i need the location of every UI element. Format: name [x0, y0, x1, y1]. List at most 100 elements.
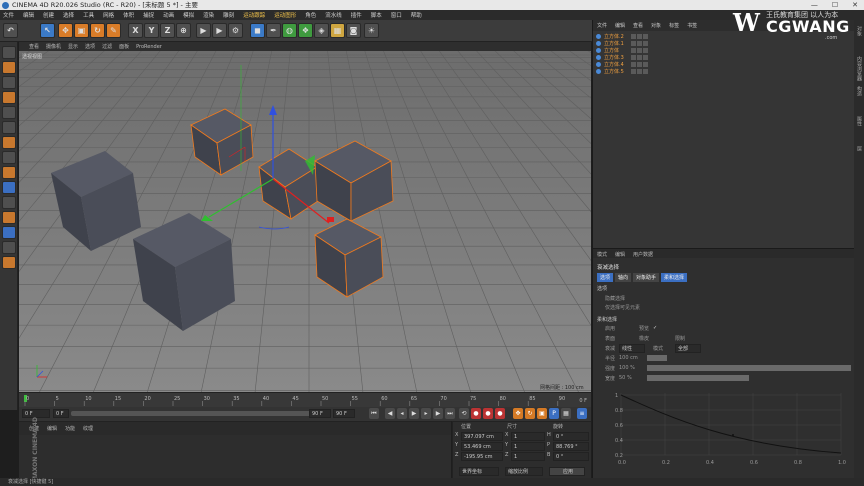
render-settings-icon[interactable]: ⚙	[228, 23, 243, 38]
object-menu-item[interactable]: 标签	[669, 22, 679, 29]
attribute-menu-item[interactable]: 用户数据	[633, 251, 653, 258]
position-field[interactable]: 53.469 cm	[461, 442, 503, 451]
object-menu-item[interactable]: 编辑	[615, 22, 625, 29]
camera-icon[interactable]: ◙	[346, 23, 361, 38]
object-name[interactable]: 立方体.4	[604, 61, 624, 68]
position-field[interactable]: 397.097 cm	[461, 432, 503, 441]
undo-icon[interactable]: ↶	[3, 23, 18, 38]
render-to-picture-viewer-icon[interactable]: ▶	[212, 23, 227, 38]
viewport-menu-item[interactable]: 查看	[29, 43, 39, 50]
side-tab[interactable]: 构造	[856, 86, 863, 96]
object-name[interactable]: 立方体.3	[604, 54, 624, 61]
object-row[interactable]: 立方体.2	[596, 33, 652, 40]
menu-item[interactable]: 渲染	[203, 11, 214, 19]
axis-mode-icon[interactable]	[2, 151, 16, 164]
side-tab[interactable]: 内容浏览器	[856, 56, 863, 81]
size-field[interactable]: 1	[511, 432, 545, 441]
object-name[interactable]: 立方体.1	[604, 40, 624, 47]
coordinate-system-icon[interactable]: ⊕	[176, 23, 191, 38]
menu-item[interactable]: 动画	[163, 11, 174, 19]
side-tab[interactable]: 属性	[856, 116, 863, 126]
object-menu-item[interactable]: 对象	[651, 22, 661, 29]
size-mode-select[interactable]: 缩放比例	[505, 467, 543, 476]
viewport-menu-item[interactable]: 显示	[68, 43, 78, 50]
attribute-tab[interactable]: 柔和选择	[661, 273, 688, 282]
attribute-tab[interactable]: 轴向	[615, 273, 632, 282]
position-field[interactable]: -195.95 cm	[461, 452, 503, 461]
object-menu-item[interactable]: 查看	[633, 22, 643, 29]
toggle-dot-icon[interactable]	[631, 69, 636, 74]
toggle-dot-icon[interactable]	[631, 48, 636, 53]
object-row[interactable]: 立方体.1	[596, 40, 652, 47]
menu-item[interactable]: 编辑	[23, 11, 34, 19]
perspective-viewport[interactable]	[19, 51, 591, 392]
menu-item[interactable]: 插件	[351, 11, 362, 19]
menu-item[interactable]: 捕捉	[143, 11, 154, 19]
size-field[interactable]: 1	[511, 452, 545, 461]
key-param-icon[interactable]: P	[549, 408, 559, 419]
menu-item[interactable]: 创建	[43, 11, 54, 19]
toggle-dot-icon[interactable]	[631, 62, 636, 67]
workplane-icon[interactable]	[2, 91, 16, 104]
object-visibility-toggles[interactable]	[631, 69, 652, 74]
enable-axis-icon[interactable]	[2, 196, 16, 209]
object-visibility-toggles[interactable]	[631, 62, 652, 67]
hide-selection-option[interactable]: 隐藏选择	[605, 295, 625, 302]
toggle-dot-icon[interactable]	[643, 41, 648, 46]
edges-mode-icon[interactable]	[2, 121, 16, 134]
menu-item[interactable]: 流水线	[325, 11, 342, 19]
light-icon[interactable]: ☀	[364, 23, 379, 38]
menu-item[interactable]: 雕刻	[223, 11, 234, 19]
strength-slider[interactable]	[647, 365, 851, 371]
menu-item[interactable]: 脚本	[371, 11, 382, 19]
play-icon[interactable]: ▶	[409, 408, 419, 419]
object-menu-item[interactable]: 文件	[597, 22, 607, 29]
size-field[interactable]: 1	[511, 442, 545, 451]
menu-item[interactable]: 选择	[63, 11, 74, 19]
object-visibility-toggles[interactable]	[631, 41, 652, 46]
key-scale-icon[interactable]: ▣	[537, 408, 547, 419]
key-position-icon[interactable]: ✥	[513, 408, 523, 419]
toggle-dot-icon[interactable]	[631, 55, 636, 60]
menu-item[interactable]: 运动跟踪	[243, 11, 265, 19]
menu-item[interactable]: 工具	[83, 11, 94, 19]
toggle-dot-icon[interactable]	[637, 62, 642, 67]
sculpt-icon[interactable]	[2, 211, 16, 224]
object-visibility-toggles[interactable]	[631, 48, 652, 53]
viewport-menu-item[interactable]: 摄像机	[46, 43, 61, 50]
object-visibility-toggles[interactable]	[631, 55, 652, 60]
rotate-tool-icon[interactable]: ↻	[90, 23, 105, 38]
texture-mode-icon[interactable]	[2, 76, 16, 89]
axis-z-button[interactable]: Z	[160, 23, 175, 38]
prev-frame-icon[interactable]: ◂	[397, 408, 407, 419]
timeline-menu-icon[interactable]: ≡	[577, 408, 587, 419]
pen-spline-icon[interactable]: ✒	[266, 23, 281, 38]
radius-slider[interactable]	[647, 355, 667, 361]
object-name[interactable]: 立方体.5	[604, 68, 624, 75]
keyframe-selection-icon[interactable]: ●	[495, 408, 505, 419]
falloff-curve-graph[interactable]	[613, 389, 849, 459]
toggle-dot-icon[interactable]	[643, 34, 648, 39]
preview-checkbox[interactable]: ✓	[653, 325, 657, 331]
menu-item[interactable]: 模拟	[183, 11, 194, 19]
prev-key-icon[interactable]: ◀	[385, 408, 395, 419]
menu-item[interactable]: 运动图形	[274, 11, 296, 19]
object-visibility-toggles[interactable]	[631, 34, 652, 39]
viewport-menu-item[interactable]: 选项	[85, 43, 95, 50]
record-icon[interactable]: ●	[471, 408, 481, 419]
rotation-field[interactable]: 0 °	[553, 452, 589, 461]
strength-value[interactable]: 100 %	[619, 365, 635, 371]
viewport-menu-item[interactable]: 过滤	[102, 43, 112, 50]
object-menu-item[interactable]: 书签	[687, 22, 697, 29]
snap-icon[interactable]	[2, 166, 16, 179]
attribute-menu-item[interactable]: 编辑	[615, 251, 625, 258]
object-name[interactable]: 立方体.2	[604, 33, 624, 40]
apply-button[interactable]: 应用	[549, 467, 585, 476]
material-menu-item[interactable]: 功能	[65, 425, 75, 432]
rotation-field[interactable]: 88.769 °	[553, 442, 589, 451]
axis-y-button[interactable]: Y	[144, 23, 159, 38]
menu-item[interactable]: 角色	[305, 11, 316, 19]
timeline[interactable]: 0 5 10 15 20 25 30 35 40 45 50 55 60 65 70 75 80 85 90 0 F	[19, 392, 591, 407]
end-frame-field[interactable]: 90 F	[309, 409, 331, 418]
points-mode-icon[interactable]	[2, 106, 16, 119]
